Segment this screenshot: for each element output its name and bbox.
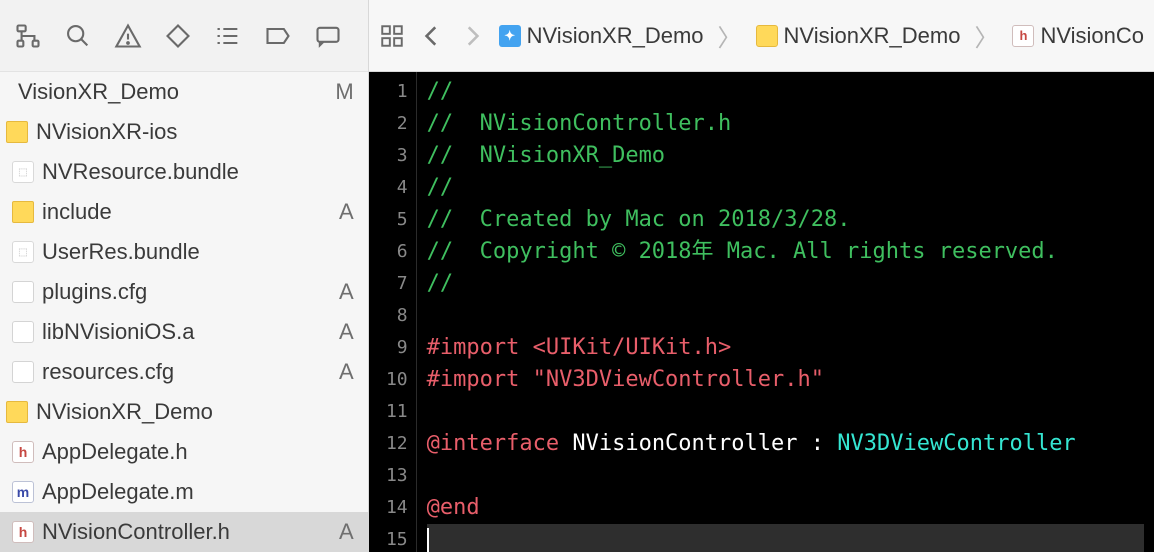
tree-item-label: include [42, 199, 112, 225]
folder-icon [6, 121, 28, 143]
code-content[interactable]: //// NVisionController.h// NVisionXR_Dem… [417, 72, 1154, 552]
tree-item-label: NVResource.bundle [42, 159, 239, 185]
tree-item-file-selected[interactable]: h NVisionController.h A [0, 512, 368, 552]
back-icon[interactable] [419, 23, 445, 49]
diamond-icon[interactable] [164, 22, 192, 50]
tree-item-label: AppDelegate.m [42, 479, 194, 505]
code-editor[interactable]: 123456789101112131415 //// NVisionContro… [369, 72, 1154, 552]
h-file-icon: h [12, 521, 34, 543]
badge: A [339, 319, 354, 345]
breadcrumb-project[interactable]: ✦ NVisionXR_Demo [499, 23, 704, 49]
tree-item-file[interactable]: libNVisioniOS.a A [0, 312, 368, 352]
breadcrumb-folder[interactable]: NVisionXR_Demo [756, 23, 961, 49]
tree-item-group[interactable]: NVisionXR_Demo [0, 392, 368, 432]
file-icon [12, 321, 34, 343]
forward-icon[interactable] [459, 23, 485, 49]
m-file-icon: m [12, 481, 34, 503]
warning-icon[interactable] [114, 22, 142, 50]
tree-item-file[interactable]: resources.cfg A [0, 352, 368, 392]
project-icon: ✦ [499, 25, 521, 47]
chevron-right-icon: 〉 [718, 18, 742, 53]
editor-pane: ✦ NVisionXR_Demo 〉 NVisionXR_Demo 〉 h NV… [369, 0, 1154, 552]
tree-item-group[interactable]: NVisionXR-ios [0, 112, 368, 152]
breadcrumb-label: NVisionCo [1040, 23, 1144, 49]
tree-item-file[interactable]: h AppDelegate.h [0, 432, 368, 472]
project-navigator: VisionXR_Demo M NVisionXR-ios ⬚ NVResour… [0, 0, 369, 552]
search-icon[interactable] [64, 22, 92, 50]
tree-item-label: NVisionXR_Demo [36, 399, 213, 425]
line-gutter: 123456789101112131415 [369, 72, 417, 552]
breadcrumb-label: NVisionXR_Demo [527, 23, 704, 49]
tree-item-file[interactable]: plugins.cfg A [0, 272, 368, 312]
badge: A [339, 519, 354, 545]
tree-item-label: UserRes.bundle [42, 239, 200, 265]
h-file-icon: h [12, 441, 34, 463]
tree-item-group[interactable]: include A [0, 192, 368, 232]
tree-item-label: NVisionXR-ios [36, 119, 177, 145]
tree-item-label: libNVisioniOS.a [42, 319, 194, 345]
badge: A [339, 359, 354, 385]
tag-icon[interactable] [264, 22, 292, 50]
tree-item-file[interactable]: ⬚ UserRes.bundle [0, 232, 368, 272]
file-icon [12, 361, 34, 383]
tree-item-label: plugins.cfg [42, 279, 147, 305]
h-file-icon: h [1012, 25, 1034, 47]
chat-icon[interactable] [314, 22, 342, 50]
folder-icon [6, 401, 28, 423]
tree-item-label: AppDelegate.h [42, 439, 188, 465]
navigator-toolbar [0, 0, 368, 72]
file-icon [12, 281, 34, 303]
tree-item-file[interactable]: m AppDelegate.m [0, 472, 368, 512]
related-items-icon[interactable] [379, 23, 405, 49]
badge: A [339, 279, 354, 305]
tree-item-project[interactable]: VisionXR_Demo M [0, 72, 368, 112]
tree-item-file[interactable]: ⬚ NVResource.bundle [0, 152, 368, 192]
bundle-icon: ⬚ [12, 241, 34, 263]
badge: M [335, 79, 353, 105]
folder-icon [756, 25, 778, 47]
badge: A [339, 199, 354, 225]
list-icon[interactable] [214, 22, 242, 50]
breadcrumb-label: NVisionXR_Demo [784, 23, 961, 49]
structure-icon[interactable] [14, 22, 42, 50]
bundle-icon: ⬚ [12, 161, 34, 183]
editor-toolbar: ✦ NVisionXR_Demo 〉 NVisionXR_Demo 〉 h NV… [369, 0, 1154, 72]
breadcrumb-file[interactable]: h NVisionCo [1012, 23, 1144, 49]
chevron-right-icon: 〉 [974, 18, 998, 53]
file-tree: VisionXR_Demo M NVisionXR-ios ⬚ NVResour… [0, 72, 368, 552]
tree-item-label: VisionXR_Demo [18, 79, 179, 105]
tree-item-label: resources.cfg [42, 359, 174, 385]
tree-item-label: NVisionController.h [42, 519, 230, 545]
folder-icon [12, 201, 34, 223]
